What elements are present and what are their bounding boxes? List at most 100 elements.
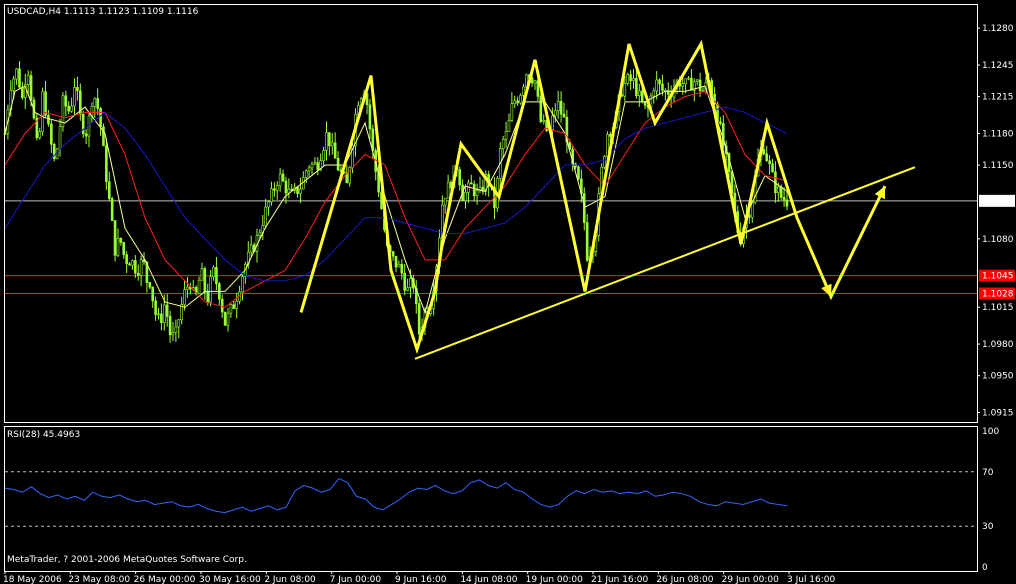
candle-body <box>249 244 253 253</box>
candle-body <box>203 268 207 293</box>
candle-body <box>779 186 783 198</box>
candle-body <box>475 190 479 197</box>
candle-body <box>212 267 215 278</box>
candle-body <box>470 182 473 185</box>
candle-body <box>96 98 99 109</box>
candle-body <box>719 121 722 124</box>
candle-body <box>122 242 126 256</box>
candle-body <box>41 91 44 132</box>
candle-body <box>542 120 546 122</box>
candle-body <box>539 95 543 122</box>
candle-body <box>21 86 24 99</box>
time-tick-label: 30 May 16:00 <box>199 575 261 584</box>
rsi-scale-label: 0 <box>982 563 988 573</box>
candle-body <box>330 142 334 147</box>
candle-body <box>235 300 239 309</box>
candle-body <box>105 145 108 182</box>
price-tick-label: 1.1080 <box>982 235 1014 245</box>
candle-body <box>151 286 155 302</box>
candle-body <box>177 319 181 328</box>
candle-body <box>29 75 33 101</box>
candle-body <box>690 77 693 91</box>
candle-body <box>559 101 563 115</box>
candle-body <box>655 79 658 92</box>
candle-body <box>458 169 462 186</box>
candle-body <box>313 162 317 165</box>
candle-body <box>174 326 178 333</box>
candle-body <box>99 108 102 128</box>
candle-body <box>394 255 398 268</box>
candle-body <box>284 180 288 194</box>
candle-body <box>128 263 131 266</box>
candle-body <box>397 263 401 268</box>
time-tick-label: 18 May 2006 <box>3 575 62 584</box>
price-tick-label: 1.0980 <box>982 340 1014 350</box>
candle-body <box>307 167 311 172</box>
candle-body <box>417 303 421 335</box>
candle-body <box>102 126 105 147</box>
candle-body <box>275 185 279 191</box>
candle-body <box>47 115 50 125</box>
candle-body <box>562 113 566 118</box>
candle-body <box>553 110 557 117</box>
candle-body <box>296 186 299 194</box>
candle-body <box>183 289 186 305</box>
candle-body <box>777 186 780 194</box>
candle-body <box>264 206 267 226</box>
candle-body <box>232 304 236 309</box>
candle-body <box>26 75 30 85</box>
candle-body <box>771 163 774 173</box>
symbol-header: USDCAD,H4 1.1113 1.1123 1.1109 1.1116 <box>7 7 199 17</box>
candle-body <box>684 78 687 85</box>
candle-body <box>107 181 111 199</box>
candle-body <box>533 80 537 84</box>
candle-body <box>81 114 85 135</box>
candle-body <box>206 291 210 303</box>
candle-body <box>582 193 586 223</box>
candle-body <box>510 103 514 121</box>
candle-body <box>186 286 189 290</box>
candle-body <box>281 173 285 182</box>
candle-body <box>472 183 476 197</box>
price-tick-label: 1.1245 <box>982 61 1014 71</box>
time-tick-label: 26 Jun 08:00 <box>656 575 713 584</box>
candle-body <box>64 95 68 107</box>
candle-body <box>136 272 140 276</box>
candle-body <box>215 267 218 284</box>
candle-body <box>652 90 656 97</box>
candle-body <box>139 259 143 276</box>
candle-body <box>551 115 554 130</box>
time-tick-label: 29 Jun 00:00 <box>722 575 779 584</box>
candle-body <box>267 201 270 208</box>
candle-body <box>409 278 412 288</box>
candle-body <box>154 300 157 315</box>
candle-body <box>629 74 632 81</box>
candle-body <box>110 198 114 221</box>
level-price-label: 1.1028 <box>982 290 1014 300</box>
rsi-scale-label: 30 <box>982 522 994 532</box>
candle-body <box>304 170 308 178</box>
candle-body <box>299 188 302 194</box>
candle-body <box>403 272 406 291</box>
candle-body <box>322 150 325 162</box>
candle-body <box>626 74 630 84</box>
candle-body <box>84 133 88 137</box>
metatrader-chart: USDCAD,H4 1.1113 1.1123 1.1109 1.1116 RS… <box>0 0 1016 584</box>
candle-body <box>640 90 644 102</box>
candle-body <box>162 304 166 324</box>
candle-body <box>765 153 769 161</box>
candle-body <box>501 138 505 150</box>
candle-body <box>333 142 337 159</box>
candle-body <box>632 77 635 81</box>
level-price-label: 1.1045 <box>982 272 1014 282</box>
candle-body <box>258 232 262 236</box>
candle-body <box>310 163 314 169</box>
candle-body <box>38 131 42 139</box>
candle-body <box>50 123 53 145</box>
candle-body <box>368 104 372 130</box>
candle-body <box>76 86 79 92</box>
candle-body <box>698 79 702 91</box>
candle-body <box>371 128 375 151</box>
candle-body <box>328 132 331 147</box>
candle-body <box>556 101 560 112</box>
